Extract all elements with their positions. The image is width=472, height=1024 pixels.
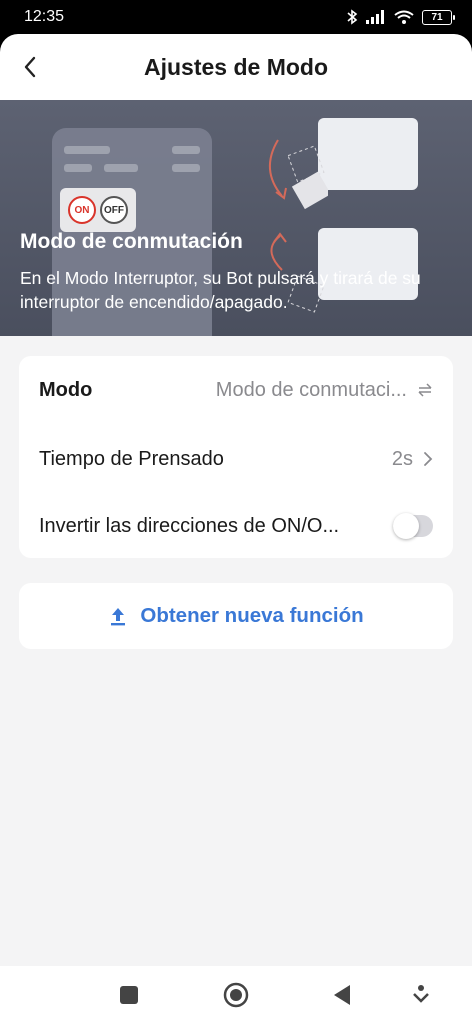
upload-icon: [111, 608, 126, 626]
assist-button[interactable]: [412, 985, 430, 1005]
mode-settings-card: Modo Modo de conmutaci... Tiempo de Pren…: [19, 356, 453, 558]
home-circle-icon: [223, 982, 249, 1008]
invert-direction-toggle[interactable]: [393, 513, 433, 539]
download-arrow-icon: [413, 985, 429, 1003]
get-new-feature-label: Obtener nueva función: [140, 604, 364, 627]
hero-switch-on: ON: [68, 196, 96, 224]
signal-icon: [366, 10, 384, 24]
battery-icon: 71: [422, 9, 455, 25]
hero-switch-off: OFF: [100, 196, 128, 224]
battery-level: 71: [431, 11, 443, 23]
chevron-left-icon: [24, 56, 36, 78]
back-nav-button[interactable]: [332, 984, 352, 1006]
hero-switch-illustration: ON OFF: [60, 188, 136, 232]
toggle-knob: [393, 513, 419, 539]
system-nav-bar: [0, 966, 472, 1024]
triangle-back-icon: [334, 985, 350, 1005]
mode-value: Modo de conmutaci...: [215, 378, 407, 401]
press-time-label: Tiempo de Prensado: [39, 447, 224, 470]
swap-icon: [418, 383, 432, 397]
mode-row[interactable]: Modo Modo de conmutaci...: [39, 370, 433, 410]
hero-description: En el Modo Interruptor, su Bot pulsará y…: [20, 268, 421, 312]
get-new-feature-button[interactable]: Obtener nueva función: [19, 583, 453, 649]
square-icon: [120, 986, 138, 1004]
hero-line: [64, 164, 92, 172]
bluetooth-icon: [347, 9, 358, 25]
status-bar: 12:35 71: [0, 0, 472, 34]
status-time: 12:35: [24, 8, 65, 25]
hero-bot-illustration: [318, 118, 418, 190]
mode-label: Modo: [39, 378, 93, 401]
invert-direction-row: Invertir las direcciones de ON/O...: [39, 506, 433, 546]
invert-direction-label: Invertir las direcciones de ON/O...: [39, 514, 340, 537]
app-header: Ajustes de Modo: [0, 34, 472, 100]
hero-title: Modo de conmutación: [20, 230, 243, 253]
hero-line: [172, 146, 200, 154]
back-button[interactable]: [16, 53, 44, 81]
home-button[interactable]: [223, 982, 249, 1008]
mode-hero-banner: ON OFF Modo de conmutación En el Modo In…: [0, 100, 472, 336]
wifi-icon: [394, 10, 414, 24]
page-title: Ajustes de Modo: [143, 53, 328, 80]
recent-apps-button[interactable]: [119, 985, 139, 1005]
press-time-value: 2s: [391, 447, 413, 470]
hero-line: [104, 164, 138, 172]
status-icons: 71: [346, 9, 455, 25]
hero-line: [64, 146, 110, 154]
hero-line: [172, 164, 200, 172]
chevron-right-icon: [424, 452, 433, 466]
mode-value-group: Modo de conmutaci...: [216, 379, 433, 402]
press-time-value-group: 2s: [392, 448, 433, 471]
press-time-row[interactable]: Tiempo de Prensado 2s: [39, 439, 433, 479]
